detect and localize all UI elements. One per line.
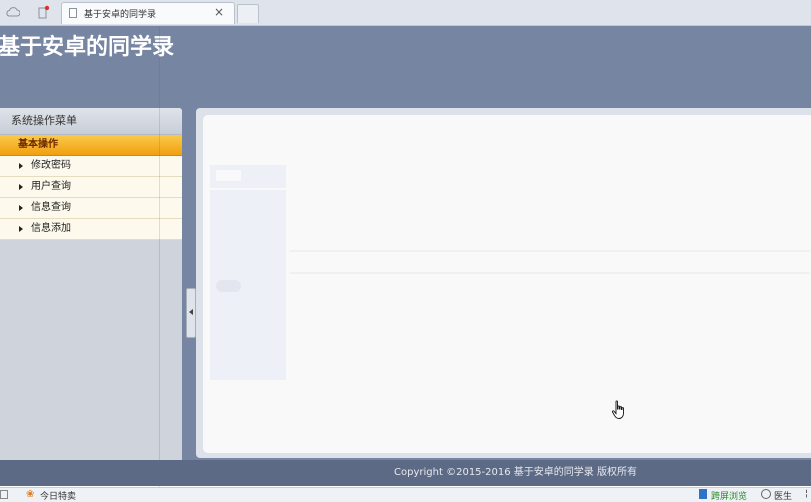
new-tab-button[interactable] [237, 4, 259, 23]
gift-icon: ❀ [26, 489, 35, 500]
main-content-panel [203, 115, 811, 453]
status-overflow: ¦ [805, 489, 809, 499]
phone-icon [699, 489, 707, 499]
sidebar: 系统操作菜单 基本操作 修改密码 用户查询 信息查询 信息添加 [0, 108, 182, 460]
status-news-link[interactable]: 今日特卖 [40, 489, 76, 502]
status-cross-screen-link[interactable]: 跨屏浏览 [711, 489, 747, 502]
status-doctor-link[interactable]: 医生 [774, 489, 792, 502]
sidebar-item-label: 用户查询 [31, 181, 71, 192]
browser-tab-strip: 基于安卓的同学录 × [0, 0, 811, 26]
sidebar-item-change-password[interactable]: 修改密码 [0, 156, 182, 177]
caret-right-icon [19, 163, 23, 169]
caret-right-icon [19, 226, 23, 232]
sidebar-item-info-add[interactable]: 信息添加 [0, 219, 182, 240]
collapse-left-icon [189, 309, 193, 315]
sidebar-item-label: 信息添加 [31, 223, 71, 234]
page-icon [69, 8, 77, 18]
app-footer: Copyright ©2015-2016 基于安卓的同学录 版权所有 [0, 460, 811, 486]
tab-title: 基于安卓的同学录 [84, 10, 157, 20]
copyright-text: Copyright ©2015-2016 基于安卓的同学录 版权所有 [394, 467, 637, 478]
loading-ghost-line [290, 250, 810, 252]
menu-group-basic[interactable]: 基本操作 [0, 135, 182, 156]
cloud-icon[interactable] [4, 4, 22, 20]
loading-ghost-line [290, 272, 810, 274]
close-icon[interactable]: × [214, 5, 224, 19]
caret-right-icon [19, 184, 23, 190]
caret-right-icon [19, 205, 23, 211]
sidebar-collapse-handle[interactable] [186, 288, 196, 338]
loading-ghost-box [216, 170, 241, 181]
app-title: 基于安卓的同学录 [0, 35, 175, 60]
browser-tab[interactable]: 基于安卓的同学录 × [61, 2, 235, 24]
sidebar-item-info-query[interactable]: 信息查询 [0, 198, 182, 219]
browser-status-bar: ❀ 今日特卖 跨屏浏览 医生 ¦ [0, 487, 811, 502]
sidebar-item-label: 修改密码 [31, 160, 71, 171]
hand-cursor-icon [611, 400, 627, 420]
doctor-icon [761, 489, 771, 499]
divider [159, 26, 160, 492]
sidebar-item-label: 信息查询 [31, 202, 71, 213]
loading-ghost-blob [216, 280, 241, 292]
loading-ghost-column [210, 165, 286, 380]
loading-ghost-divider [210, 188, 286, 190]
bookmark-icon[interactable] [34, 4, 52, 20]
expand-icon[interactable] [0, 490, 8, 499]
app-header: 基于安卓的同学录 [0, 26, 811, 108]
sidebar-item-user-query[interactable]: 用户查询 [0, 177, 182, 198]
sidebar-header: 系统操作菜单 [0, 108, 182, 135]
